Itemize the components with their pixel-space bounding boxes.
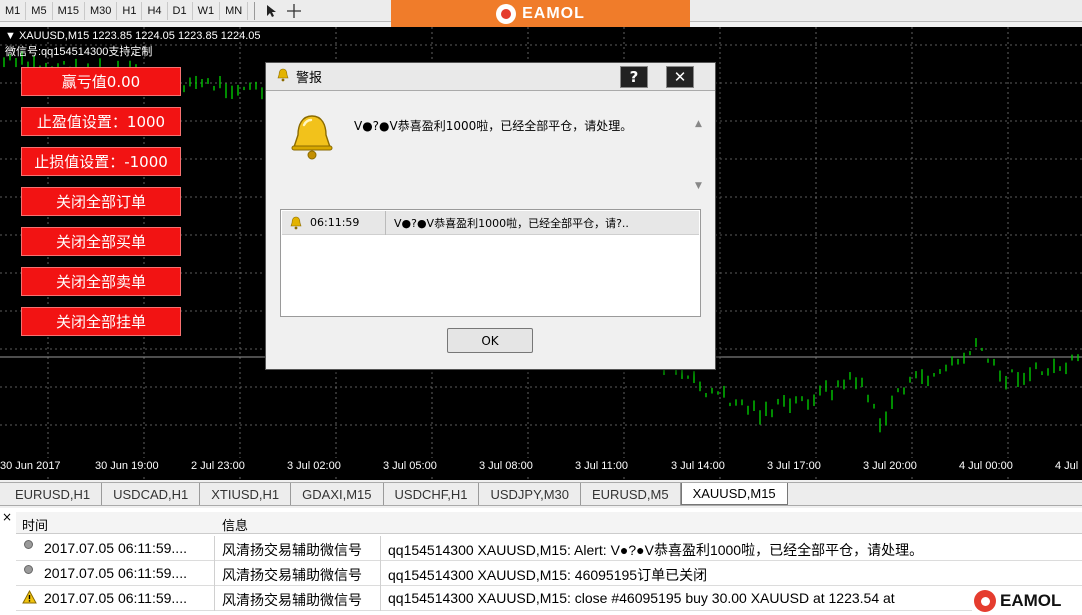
time-label: 3 Jul 05:00 [383,460,437,472]
alert-message-text: V●?●V恭喜盈利1000啦，已经全部平仓，请处理。 [354,119,633,133]
timeframe-h4[interactable]: H4 [142,1,168,20]
cursor-arrow-icon[interactable] [261,2,283,20]
tab-xtiusd-h1[interactable]: XTIUSD,H1 [200,483,292,505]
timeframe-mn[interactable]: MN [220,1,249,20]
ok-button[interactable]: OK [447,328,533,353]
info-dot-icon [24,540,33,549]
tab-xauusd-m15[interactable]: XAUUSD,M15 [680,483,788,505]
alert-dialog-title: 警报 [296,71,323,86]
tab-eurusd-h1[interactable]: EURUSD,H1 [4,483,103,505]
chart-tabs: EURUSD,H1 USDCAD,H1 XTIUSD,H1 GDAXI,M15 … [0,482,1082,506]
row-source: 风清扬交易辅助微信号 [222,592,362,608]
row-time: 2017.07.05 06:11:59.... [44,590,187,606]
terminal-close-icon[interactable]: × [0,510,14,524]
terminal-row[interactable]: 2017.07.05 06:11:59.... 风清扬交易辅助微信号 qq154… [16,561,1082,586]
close-all-pending-button[interactable]: 关闭全部挂单 [21,307,181,336]
cell-divider [380,536,381,561]
timeframe-m5[interactable]: M5 [26,1,53,20]
info-dot-icon [24,565,33,574]
time-axis: 30 Jun 2017 30 Jun 19:00 2 Jul 23:00 3 J… [0,458,1082,476]
time-label: 3 Jul 11:00 [575,460,629,472]
eamol-logo-icon [974,590,996,612]
help-button[interactable]: ? [620,66,648,88]
scroll-down-icon[interactable]: ▼ [695,181,702,191]
mt4-window: M1 M5 M15 M30 H1 H4 D1 W1 MN EAMOL ▼ XAU… [0,0,1082,615]
time-label: 3 Jul 17:00 [767,460,821,472]
close-button[interactable]: ✕ [666,66,694,88]
message-scrollbar[interactable]: ▲ ▼ [695,119,709,199]
time-label: 30 Jun 2017 [0,460,61,472]
eamol-watermark-text: EAMOL [1000,591,1062,610]
row-message: qq154514300 XAUUSD,M15: Alert: V●?●V恭喜盈利… [388,542,924,558]
time-label: 4 Jul [1055,460,1079,472]
time-label: 2 Jul 23:00 [191,460,245,472]
row-message: qq154514300 XAUUSD,M15: 46095195订单已关闭 [388,567,708,583]
terminal-row[interactable]: 2017.07.05 06:11:59.... 风清扬交易辅助微信号 qq154… [16,586,1082,611]
time-label: 3 Jul 02:00 [287,460,341,472]
time-label: 4 Jul 00:00 [959,460,1013,472]
time-label: 3 Jul 20:00 [863,460,917,472]
crosshair-icon[interactable] [283,2,305,20]
take-profit-setting-button[interactable]: 止盈值设置：1000 [21,107,181,136]
column-header-info[interactable]: 信息 [222,515,248,534]
tab-usdchf-h1[interactable]: USDCHF,H1 [384,483,480,505]
stop-loss-setting-button[interactable]: 止损值设置：-1000 [21,147,181,176]
timeframe-w1[interactable]: W1 [193,1,221,20]
eamol-banner-text: EAMOL [522,4,585,22]
alert-log-message: V●?●V恭喜盈利1000啦，已经全部平仓，请?.. [394,216,629,230]
timeframe-m15[interactable]: M15 [53,1,85,20]
large-bell-icon [286,111,338,167]
pnl-value-button[interactable]: 赢亏值0.00 [21,67,181,96]
chart-symbol-info: ▼ XAUUSD,M15 1223.85 1224.05 1223.85 122… [5,30,261,42]
tab-eurusd-m5[interactable]: EURUSD,M5 [581,483,681,505]
row-time: 2017.07.05 06:11:59.... [44,540,187,556]
close-all-sell-button[interactable]: 关闭全部卖单 [21,267,181,296]
cell-divider [214,561,215,586]
alert-log-list: 06:11:59 V●?●V恭喜盈利1000啦，已经全部平仓，请?.. [280,209,701,317]
alert-log-row[interactable]: 06:11:59 V●?●V恭喜盈利1000啦，已经全部平仓，请?.. [282,210,699,235]
row-source: 风清扬交易辅助微信号 [222,542,362,558]
tab-usdcad-h1[interactable]: USDCAD,H1 [102,483,201,505]
close-all-orders-button[interactable]: 关闭全部订单 [21,187,181,216]
timeframe-d1[interactable]: D1 [168,1,193,20]
bell-icon [289,215,303,239]
chart-symbol-text: XAUUSD,M15 1223.85 1224.05 1223.85 1224.… [18,30,261,42]
time-label: 3 Jul 08:00 [479,460,533,472]
terminal-header: 时间 信息 [16,512,1082,534]
cell-divider [214,536,215,561]
alert-message-area: V●?●V恭喜盈利1000啦，已经全部平仓，请处理。 ▲ ▼ [280,99,704,199]
eamol-logo-icon [496,3,517,24]
terminal-panel: × 时间 信息 2017.07.05 06:11:59.... 风清扬交易辅助微… [0,508,1082,615]
timeframe-h1[interactable]: H1 [117,1,143,20]
terminal-row[interactable]: 2017.07.05 06:11:59.... 风清扬交易辅助微信号 qq154… [16,536,1082,561]
scroll-up-icon[interactable]: ▲ [695,119,702,129]
chart-wechat-info: 微信号:qq154514300支持定制 [5,46,153,58]
toolbar-divider [254,1,256,20]
cell-divider [214,586,215,611]
alert-log-time-cell: 06:11:59 [282,210,386,235]
row-source: 风清扬交易辅助微信号 [222,567,362,583]
alert-log-time: 06:11:59 [310,215,360,229]
close-all-buy-button[interactable]: 关闭全部买单 [21,227,181,256]
cell-divider [380,586,381,611]
alert-dialog: 警报 ? ✕ V●?●V恭喜盈利1000啦，已经全部平仓，请处理。 ▲ ▼ 06… [265,62,716,370]
timeframe-m30[interactable]: M30 [85,1,118,20]
row-time: 2017.07.05 06:11:59.... [44,565,187,581]
row-message: qq154514300 XAUUSD,M15: close #46095195 … [388,590,895,606]
cell-divider [380,561,381,586]
bell-icon [276,67,290,86]
column-header-time[interactable]: 时间 [22,515,48,534]
tab-gdaxi-m15[interactable]: GDAXI,M15 [291,483,384,505]
eamol-banner: EAMOL [391,0,690,27]
timeframe-m1[interactable]: M1 [0,1,27,20]
eamol-watermark: EAMOL [972,587,1082,615]
tab-usdjpy-m30[interactable]: USDJPY,M30 [479,483,581,505]
time-label: 30 Jun 19:00 [95,460,159,472]
time-label: 3 Jul 14:00 [671,460,725,472]
warning-icon [22,589,37,607]
